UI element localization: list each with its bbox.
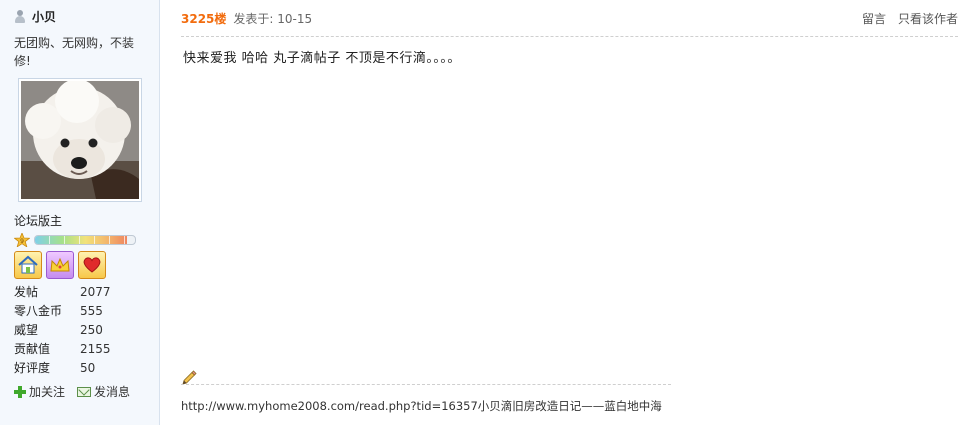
poodle-avatar-image — [21, 79, 139, 199]
post-content: 快来爱我 哈哈 丸子滴帖子 不顶是不行滴。。。。 — [183, 51, 461, 66]
user-icon — [14, 9, 26, 24]
signature-link[interactable]: http://www.myhome2008.com/read.php?tid=1… — [181, 398, 662, 414]
floor-number[interactable]: 3225楼 — [181, 10, 226, 27]
username[interactable]: 小贝 — [32, 8, 56, 25]
header-links: 留言 只看该作者 — [862, 10, 958, 27]
user-rank: 论坛版主 — [14, 214, 63, 228]
message-button[interactable]: 发消息 — [77, 383, 130, 400]
post-main: 3225楼 发表于: 10-15 留言 只看该作者 快来爱我 哈哈 丸子滴帖子 … — [161, 0, 978, 425]
stat-rating: 好评度 50 — [14, 360, 96, 376]
home-medal-icon[interactable] — [14, 251, 42, 279]
level-row: 9 — [14, 233, 136, 247]
user-stats: 发帖 2077 零八金币 555 威望 250 贡献值 2155 好评度 50 — [14, 282, 111, 377]
follow-button[interactable]: 加关注 — [14, 383, 65, 400]
heart-medal-icon[interactable] — [78, 251, 106, 279]
user-actions: 加关注 发消息 — [14, 383, 130, 400]
stat-coins: 零八金币 555 — [14, 303, 103, 319]
avatar[interactable] — [18, 78, 142, 202]
reply-link[interactable]: 留言 — [862, 10, 886, 27]
post-time: 发表于: 10-15 — [233, 11, 313, 26]
follow-label: 加关注 — [29, 385, 66, 399]
stat-posts: 发帖 2077 — [14, 284, 111, 300]
message-label: 发消息 — [94, 385, 131, 399]
level-progress-bar — [34, 235, 136, 245]
level-star-icon: 9 — [14, 233, 30, 247]
user-signature: 无团购、无网购，不装修! — [14, 36, 135, 68]
stat-contribution: 贡献值 2155 — [14, 341, 111, 357]
medal-list — [14, 251, 106, 279]
post-header: 3225楼 发表于: 10-15 留言 只看该作者 — [181, 0, 958, 37]
plus-icon — [14, 385, 26, 398]
mail-icon — [77, 386, 92, 397]
user-row: 小贝 — [14, 8, 56, 25]
signature-divider — [181, 384, 671, 385]
svg-text:9: 9 — [20, 238, 24, 245]
crown-medal-icon[interactable] — [46, 251, 74, 279]
author-only-link[interactable]: 只看该作者 — [898, 10, 958, 27]
stat-prestige: 威望 250 — [14, 322, 103, 338]
user-sidebar: 小贝 无团购、无网购，不装修! 论坛版主 9 发帖 2077 零八金币 555 … — [0, 0, 160, 425]
